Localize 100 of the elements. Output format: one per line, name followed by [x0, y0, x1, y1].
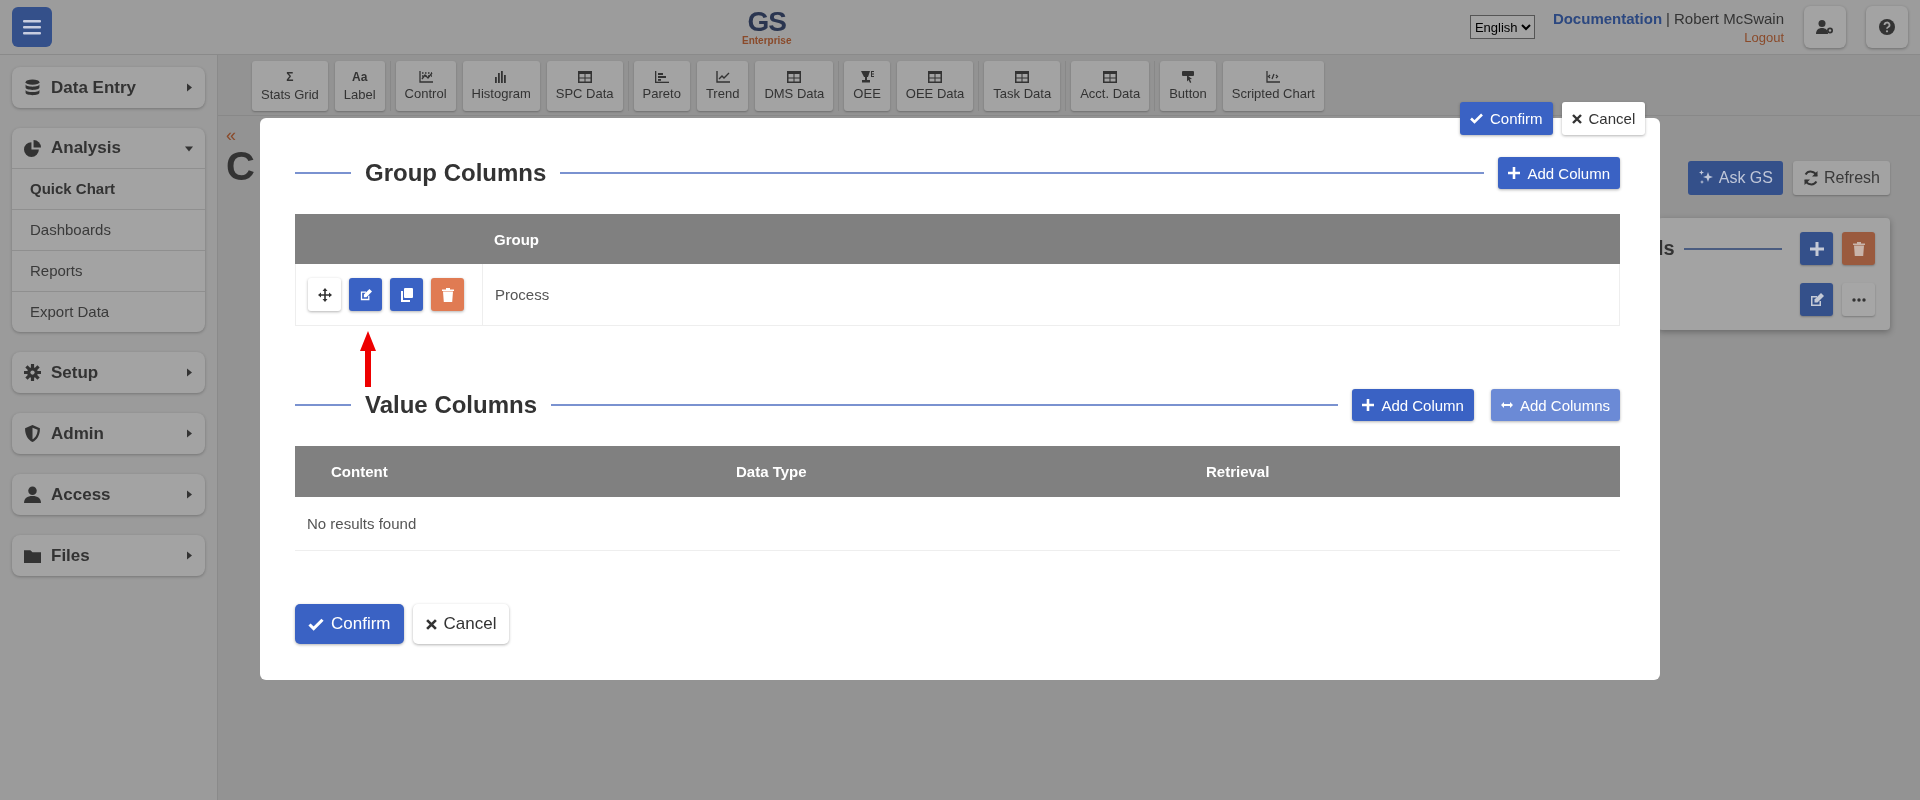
sidebar-section[interactable]: Admin [12, 413, 205, 454]
caret-icon [185, 368, 193, 377]
code-icon [1266, 71, 1281, 83]
move-icon [317, 287, 332, 302]
refresh-icon [1802, 170, 1819, 186]
user-name: Robert McSwain [1673, 9, 1784, 27]
move-handle[interactable] [308, 278, 341, 311]
column-header: Group [493, 230, 539, 248]
bar-chart-icon [654, 71, 669, 83]
section-title: Value Columns [365, 391, 538, 419]
caret-icon [185, 83, 193, 92]
edit-button[interactable] [349, 278, 382, 311]
arrows-icon [1500, 401, 1513, 409]
edit-icon [359, 288, 372, 301]
toolbar-button[interactable]: Σ Stats Grid [252, 61, 328, 111]
annotation-arrow [360, 331, 376, 387]
help-button[interactable] [1866, 6, 1908, 48]
cursor-icon [1180, 71, 1195, 83]
toolbar-button[interactable]: Control [395, 61, 456, 111]
check-icon [1470, 113, 1483, 124]
plus-icon [1362, 399, 1375, 411]
sidebar-section[interactable]: Access [12, 474, 205, 515]
logo: GS [747, 8, 786, 36]
bar-chart-icon [494, 71, 509, 83]
toolbar-button[interactable]: OEE Data [896, 61, 974, 111]
delete-button[interactable] [431, 278, 464, 311]
table-icon [928, 71, 943, 83]
plus-icon [1809, 241, 1824, 256]
confirm-button[interactable]: Confirm [1460, 102, 1553, 135]
sidebar-item[interactable]: Quick Chart [12, 169, 205, 210]
line-chart-icon [418, 71, 433, 83]
cancel-button[interactable]: Cancel [1561, 102, 1646, 135]
caret-icon [185, 551, 193, 560]
trophy-icon [860, 71, 875, 83]
sidebar-item[interactable]: Export Data [12, 292, 205, 332]
folder-icon [24, 547, 41, 564]
page-title: C [226, 144, 255, 189]
add-column-button[interactable]: Add Column [1498, 157, 1620, 189]
check-icon [308, 617, 324, 631]
table-icon [1015, 71, 1030, 83]
menu-icon [23, 19, 41, 35]
user-gear-icon [1816, 19, 1834, 35]
close-icon [1571, 113, 1582, 124]
toolbar-button[interactable]: Histogram [462, 61, 540, 111]
column-header: Data Type [735, 463, 808, 480]
table-icon [1103, 71, 1118, 83]
column-header: Content [330, 463, 389, 480]
toolbar-button[interactable]: Aa Label [334, 61, 385, 111]
toolbar-button[interactable]: Trend [696, 61, 749, 111]
sidebar-section[interactable]: Files [12, 535, 205, 576]
logo-subtitle: Enterprise [742, 36, 792, 46]
toolbar-button[interactable]: Button [1160, 61, 1216, 111]
table-icon [787, 71, 802, 83]
caret-icon [185, 429, 193, 438]
table-icon [577, 71, 592, 83]
sidebar-item[interactable]: Dashboards [12, 210, 205, 251]
help-icon [1879, 19, 1895, 35]
add-columns-button[interactable]: Add Columns [1490, 389, 1620, 421]
gear-icon [24, 364, 41, 381]
sidebar-item[interactable]: Reports [12, 251, 205, 292]
plus-icon [1508, 167, 1521, 179]
confirm-button[interactable]: Confirm [295, 604, 404, 644]
copy-icon [400, 287, 413, 302]
caret-icon [184, 144, 194, 152]
toolbar-button[interactable]: Acct. Data [1071, 61, 1150, 111]
menu-button[interactable] [12, 7, 52, 47]
toolbar-button[interactable]: Task Data [984, 61, 1061, 111]
toolbar-button[interactable]: Scripted Chart [1222, 61, 1324, 111]
table-cell-text: Process [494, 286, 550, 303]
refresh-button[interactable]: Refresh [1792, 161, 1890, 195]
add-column-button[interactable]: Add Column [1352, 389, 1474, 421]
empty-message: No results found [306, 515, 417, 532]
edit-icon [1809, 292, 1824, 307]
toolbar-button[interactable]: OEE [844, 61, 890, 111]
add-button[interactable] [1800, 232, 1833, 265]
sparkle-icon [1697, 170, 1714, 186]
sidebar-section[interactable]: Data Entry [12, 67, 205, 108]
trash-icon [1852, 241, 1865, 256]
copy-button[interactable] [390, 278, 423, 311]
toolbar-button[interactable]: Pareto [633, 61, 690, 111]
sidebar-section[interactable]: Setup [12, 352, 205, 393]
database-icon [24, 79, 41, 96]
ask-button[interactable]: Ask GS [1687, 161, 1783, 195]
column-header: Retrieval [1205, 463, 1271, 480]
close-icon [425, 618, 437, 630]
delete-button[interactable] [1842, 232, 1875, 265]
language-select[interactable]: English [1469, 15, 1535, 39]
documentation-link[interactable]: Documentation [1552, 9, 1663, 27]
trash-icon [441, 287, 454, 302]
line-chart-icon [715, 71, 730, 83]
toolbar-button[interactable]: DMS Data [755, 61, 834, 111]
separator: | [1666, 9, 1670, 27]
toolbar-button[interactable]: SPC Data [546, 61, 623, 111]
pie-chart-icon [24, 139, 41, 157]
dots-icon [1851, 297, 1866, 302]
sidebar-section[interactable]: Analysis [12, 128, 205, 169]
edit-button[interactable] [1800, 283, 1833, 316]
cancel-button[interactable]: Cancel [412, 604, 510, 644]
user-settings-button[interactable] [1804, 6, 1846, 48]
user-icon [24, 486, 41, 503]
